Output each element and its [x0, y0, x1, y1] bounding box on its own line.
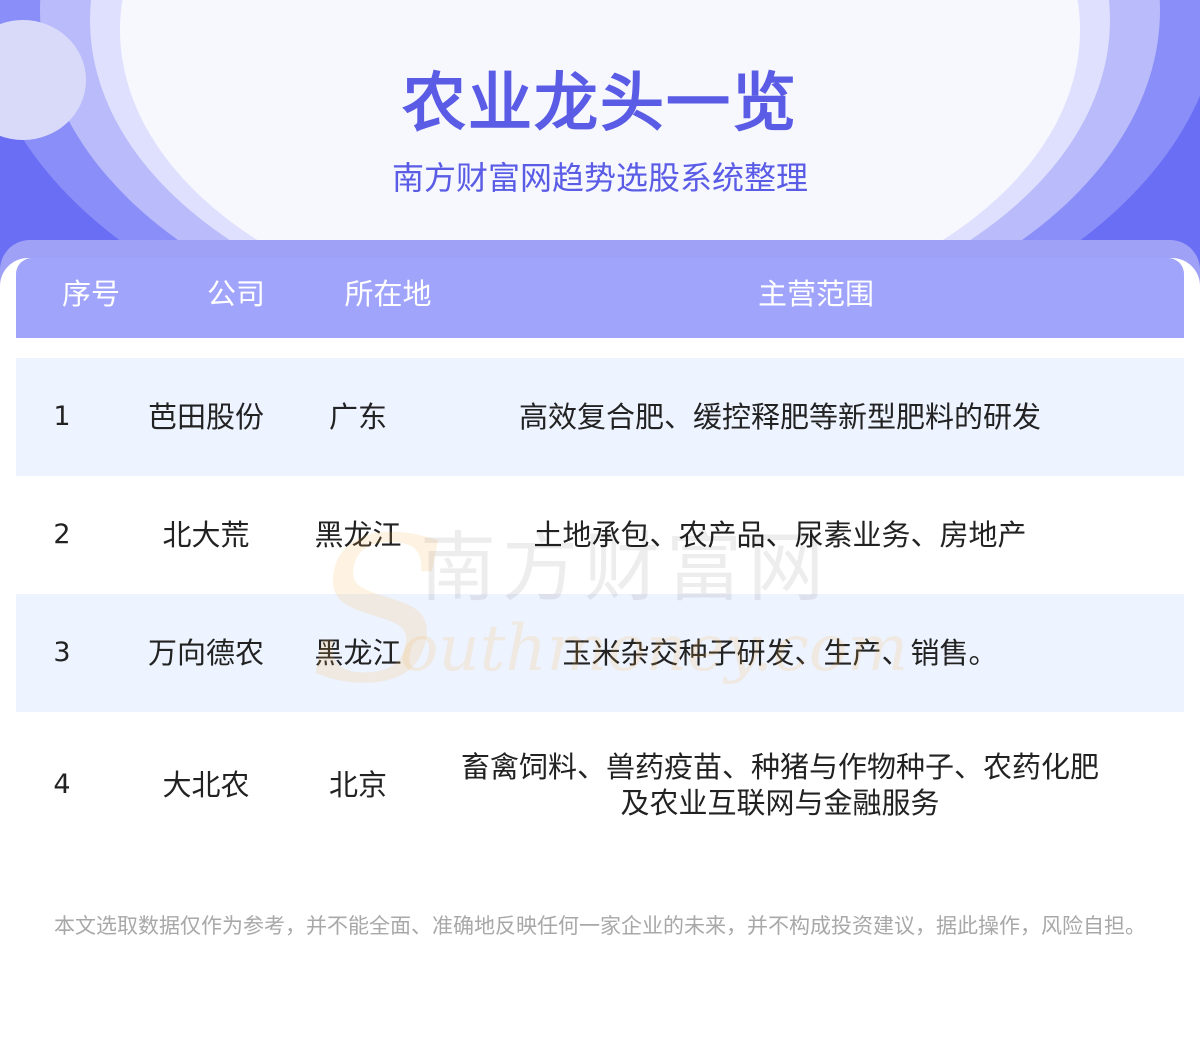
row-company: 大北农 [162, 768, 250, 802]
row-business: 高效复合肥、缓控释肥等新型肥料的研发 [518, 400, 1041, 434]
disclaimer-text: 本文选取数据仅作为参考，并不能全面、准确地反映任何一家企业的未来，并不构成投资建… [54, 914, 1146, 938]
table-row: 2 北大荒 黑龙江 土地承包、农产品、尿素业务、房地产 [16, 476, 1184, 594]
row-location: 黑龙江 [314, 518, 402, 552]
table-row: 3 万向德农 黑龙江 玉米杂交种子研发、生产、销售。 [16, 594, 1184, 712]
row-location: 北京 [328, 768, 387, 802]
page-subtitle: 南方财富网趋势选股系统整理 [391, 159, 808, 197]
row-index: 4 [53, 769, 71, 800]
row-business: 畜禽饲料、兽药疫苗、种猪与作物种子、农药化肥及农业互联网与金融服务 [460, 750, 1099, 820]
row-index: 1 [53, 401, 71, 432]
row-business: 土地承包、农产品、尿素业务、房地产 [533, 518, 1027, 552]
row-location: 广东 [328, 400, 387, 434]
row-company: 北大荒 [162, 518, 250, 552]
table-row: 1 芭田股份 广东 高效复合肥、缓控释肥等新型肥料的研发 [16, 358, 1184, 476]
row-business: 玉米杂交种子研发、生产、销售。 [562, 636, 998, 670]
row-index: 3 [53, 637, 71, 668]
row-company: 芭田股份 [147, 400, 264, 434]
row-index: 2 [53, 519, 71, 550]
header-location: 所在地 [344, 277, 432, 311]
table-row: 4 大北农 北京 畜禽饲料、兽药疫苗、种猪与作物种子、农药化肥及农业互联网与金融… [16, 712, 1184, 858]
header-index: 序号 [61, 277, 120, 311]
row-company: 万向德农 [147, 636, 264, 670]
header-business: 主营范围 [757, 277, 874, 311]
table-header: 序号 公司 所在地 主营范围 [16, 258, 1184, 338]
header-company: 公司 [206, 277, 265, 311]
row-location: 黑龙江 [314, 636, 402, 670]
page-title: 农业龙头一览 [402, 67, 798, 141]
